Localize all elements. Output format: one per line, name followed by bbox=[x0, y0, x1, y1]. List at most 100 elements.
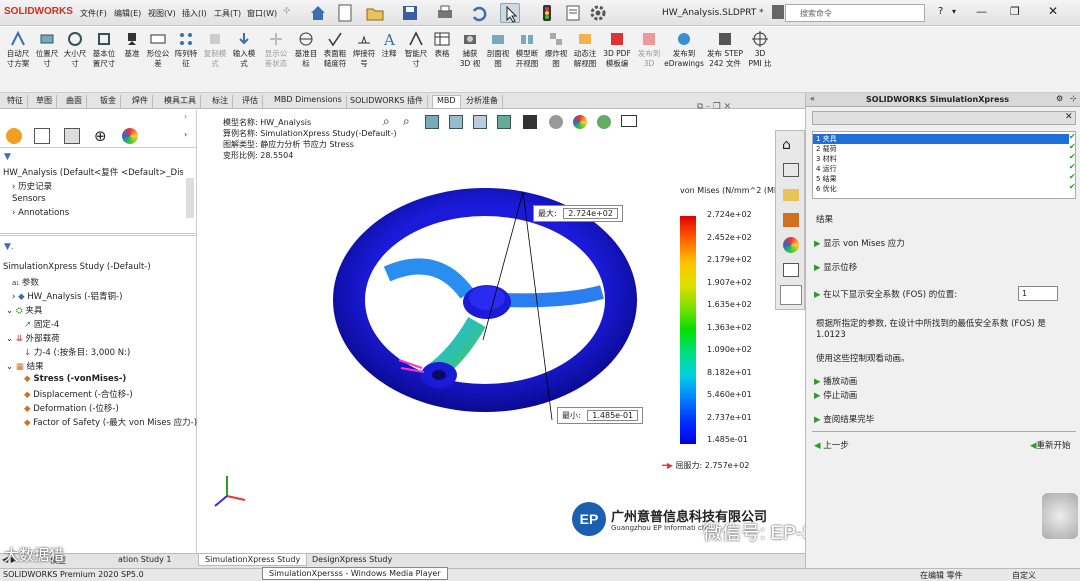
pattern-feature-button[interactable]: 阵列特征 bbox=[172, 31, 200, 69]
save-icon[interactable] bbox=[400, 3, 420, 23]
panel-collapse-icon[interactable]: › bbox=[184, 112, 187, 121]
auto-dimension-scheme-button[interactable]: 自动尺 寸方案 bbox=[2, 31, 34, 69]
file-properties-icon[interactable] bbox=[563, 3, 583, 23]
dynamic-annotation-view-button[interactable]: 动态注 解视图 bbox=[570, 31, 600, 69]
sx-play-animation-link[interactable]: ▶ 播放动画 bbox=[814, 375, 857, 387]
sx-stop-animation-link[interactable]: ▶ 停止动画 bbox=[814, 389, 857, 401]
property-manager-icon[interactable] bbox=[34, 128, 50, 144]
view-palette-icon[interactable] bbox=[783, 213, 799, 227]
sx-pin-icon[interactable]: ⊹ bbox=[1070, 94, 1077, 103]
tab-analysis-prep[interactable]: 分析准备 bbox=[462, 95, 503, 108]
sx-step-results[interactable]: 5 结果 bbox=[816, 174, 837, 184]
deformation-result-node[interactable]: ◆ Deformation (-位移-) bbox=[24, 402, 119, 414]
dynamic-annotation-icon[interactable] bbox=[473, 115, 487, 129]
copy-scheme-button[interactable]: 复制模式 bbox=[201, 31, 229, 69]
annotations-node[interactable]: › Annotations bbox=[12, 208, 69, 218]
display-manager-icon[interactable] bbox=[122, 128, 138, 144]
viewport-window-controls[interactable]: ⧉ ⎯ ❐ ✕ bbox=[697, 102, 731, 112]
surface-finish-button[interactable]: 表面粗 糙度符 bbox=[320, 31, 350, 69]
sx-step-material[interactable]: 3 材料 bbox=[816, 154, 837, 164]
tab-mold-tools[interactable]: 模具工具 bbox=[160, 95, 201, 108]
table-button[interactable]: 表格 bbox=[430, 31, 454, 59]
note-button[interactable]: A 注释 bbox=[378, 31, 400, 59]
appearances-icon[interactable] bbox=[783, 237, 799, 253]
help-dropdown-icon[interactable]: ▾ bbox=[952, 7, 956, 16]
undo-icon[interactable] bbox=[468, 3, 488, 23]
sx-close-icon[interactable]: ✕ bbox=[1065, 112, 1073, 122]
feature-manager-icon[interactable] bbox=[6, 128, 22, 144]
results-node[interactable]: ⌄ ▦ 结果 bbox=[6, 360, 44, 372]
tab-solidworks-addins[interactable]: SOLIDWORKS 插件 bbox=[346, 95, 428, 108]
sx-step-run[interactable]: 4 运行 bbox=[816, 164, 837, 174]
options-gear-icon[interactable] bbox=[588, 3, 608, 23]
fixtures-node[interactable]: ⌄ ⛭ 夹具 bbox=[6, 304, 42, 316]
sx-step-optimize[interactable]: 6 优化 bbox=[816, 184, 837, 194]
sx-show-vonmises-link[interactable]: ▶ 显示 von Mises 应力 bbox=[814, 237, 905, 249]
part-node[interactable]: HW_Analysis (Default<复件 <Default>_Dis bbox=[3, 166, 183, 178]
tab-surfaces[interactable]: 曲面 bbox=[62, 95, 87, 108]
section-view-button[interactable]: 剖面视图 bbox=[484, 31, 512, 69]
sx-step-fixtures[interactable]: 1 夹具 bbox=[813, 134, 1069, 144]
sx-results-done-link[interactable]: ▶ 查阅结果完毕 bbox=[814, 413, 874, 425]
apply-scene-icon[interactable] bbox=[597, 115, 611, 129]
import-scheme-button[interactable]: 输入模式 bbox=[230, 31, 258, 69]
params-node[interactable]: a₁ 参数 bbox=[12, 276, 39, 288]
sx-step-loads[interactable]: 2 载荷 bbox=[816, 144, 837, 154]
fixed-node[interactable]: ↗ 固定-4 bbox=[24, 318, 59, 330]
sx-options-icon[interactable]: ⚙ bbox=[1056, 94, 1063, 103]
3d-pmi-compare-button[interactable]: 3D PMI 比 bbox=[746, 31, 774, 69]
displacement-result-node[interactable]: ◆ Displacement (-合位移-) bbox=[24, 388, 133, 400]
publish-edrawings-button[interactable]: 发布到 eDrawings bbox=[664, 31, 704, 69]
open-folder-icon[interactable] bbox=[365, 3, 385, 23]
manager-tabs-expand-icon[interactable]: › bbox=[184, 130, 187, 139]
filter-icon[interactable]: ▼ bbox=[4, 152, 11, 162]
print-icon[interactable] bbox=[435, 3, 455, 23]
configuration-manager-icon[interactable] bbox=[64, 128, 80, 144]
help-icon[interactable]: ? bbox=[938, 6, 943, 17]
zoom-area-icon[interactable]: ⌕ bbox=[403, 114, 410, 129]
edit-appearance-icon[interactable] bbox=[573, 115, 587, 129]
simulationxpress-tab-icon[interactable] bbox=[780, 285, 802, 305]
pin-icon[interactable]: ⊹ bbox=[283, 6, 291, 16]
capture-3d-view-button[interactable]: 捕获 3D 视 bbox=[456, 31, 484, 69]
custom-properties-icon[interactable] bbox=[783, 263, 799, 277]
solid-node[interactable]: › ◆ HW_Analysis (-铝青铜-) bbox=[12, 290, 122, 302]
upper-scrollbar[interactable] bbox=[186, 178, 194, 218]
sx-previous-button[interactable]: ◀ 上一步 bbox=[814, 439, 849, 451]
break-view-button[interactable]: 模型断 开视图 bbox=[512, 31, 542, 69]
sx-collapse-icon[interactable]: « bbox=[810, 94, 815, 103]
hide-show-items-icon[interactable] bbox=[549, 115, 563, 129]
zoom-to-fit-icon[interactable]: ⌕ bbox=[383, 114, 390, 129]
home-taskpane-icon[interactable]: ⌂ bbox=[782, 137, 791, 153]
display-style-icon[interactable] bbox=[523, 115, 537, 129]
tab-features[interactable]: 特征 bbox=[3, 95, 28, 108]
select-cursor-icon[interactable] bbox=[500, 3, 520, 23]
tab-simulationxpress-study[interactable]: SimulationXpress Study bbox=[198, 554, 308, 566]
view-settings-icon[interactable] bbox=[621, 115, 637, 127]
view-orientation-icon[interactable] bbox=[497, 115, 511, 129]
sensors-node[interactable]: Sensors bbox=[12, 194, 46, 204]
status-custom-units[interactable]: 自定义 bbox=[1012, 570, 1036, 581]
loads-node[interactable]: ⌄ ⇊ 外部载荷 bbox=[6, 332, 60, 344]
tab-evaluate[interactable]: 评估 bbox=[238, 95, 263, 108]
datum-button[interactable]: 基准 bbox=[120, 31, 144, 59]
lower-filter-icon[interactable]: ▼. bbox=[4, 242, 14, 252]
datum-target-button[interactable]: 基准目标 bbox=[292, 31, 320, 69]
design-library-icon[interactable] bbox=[783, 163, 799, 177]
minimize-icon[interactable]: — bbox=[976, 5, 987, 18]
smart-dimension-button[interactable]: 智能尺寸 bbox=[402, 31, 430, 69]
menu-edit[interactable]: 编辑(E) bbox=[114, 8, 141, 19]
sx-fos-input[interactable]: 1 bbox=[1018, 286, 1058, 301]
previous-view-icon[interactable] bbox=[425, 115, 439, 129]
tab-designxpress-study[interactable]: DesignXpress Study bbox=[312, 555, 392, 564]
dimxpert-manager-icon[interactable]: ⊕ bbox=[94, 128, 107, 144]
show-tolerance-status-button[interactable]: 显示公 差状态 bbox=[260, 31, 292, 69]
tab-sketch[interactable]: 草图 bbox=[32, 95, 57, 108]
file-explorer-icon[interactable] bbox=[783, 189, 799, 201]
sx-show-fos-link[interactable]: ▶ 在以下显示安全系数 (FOS) 的位置: bbox=[814, 288, 957, 300]
close-icon[interactable]: ✕ bbox=[1048, 4, 1058, 18]
geometric-tolerance-button[interactable]: 形位公差 bbox=[144, 31, 172, 69]
sx-restart-button[interactable]: ◀重新开始 bbox=[1030, 439, 1071, 451]
force-node[interactable]: ↓ 力-4 (:按条目: 3,000 N:) bbox=[24, 346, 130, 358]
location-dimension-button[interactable]: 位置尺寸 bbox=[34, 31, 60, 69]
